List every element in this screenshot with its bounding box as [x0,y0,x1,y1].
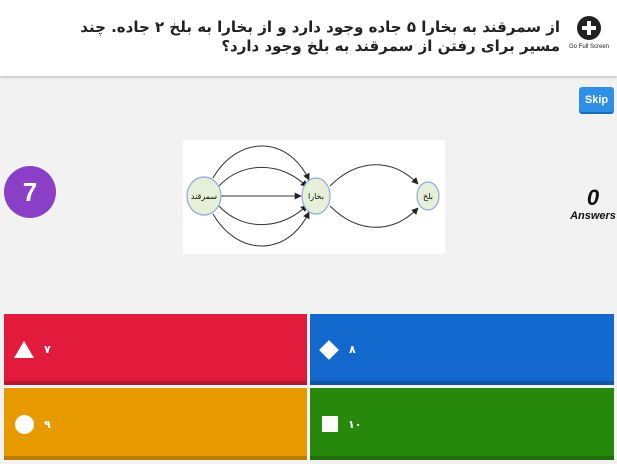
fullscreen-label: Go Full Screen [568,44,610,50]
question-image: سمرقند بخارا بلخ [183,140,445,254]
answer-option-diamond[interactable]: ۸ [310,314,614,385]
answer-text: ۹ [44,417,51,431]
fullscreen-button[interactable]: Go Full Screen [561,16,617,66]
edge-samarkand-bukhara [218,166,308,188]
node-balkh-label: بلخ [423,192,433,201]
node-bukhara-label: بخارا [308,192,324,201]
triangle-icon [14,341,34,358]
diamond-icon [319,339,339,360]
skip-button[interactable]: Skip [579,87,614,112]
answer-text: ۷ [44,343,51,356]
answer-text: ۱۰ [348,417,362,431]
question-bar: از سمرقند به بخارا ۵ جاده وجود دارد و از… [0,0,617,76]
answer-option-circle[interactable]: ۹ [4,388,307,460]
timer-badge: 7 [4,166,56,218]
edge-samarkand-bukhara [212,145,310,181]
answers-label: Answers [570,210,616,222]
edge-bukhara-balkh [329,205,419,228]
question-text: از سمرقند به بخارا ۵ جاده وجود دارد و از… [80,18,560,55]
edge-samarkand-bukhara [218,204,308,226]
circle-icon [15,414,34,434]
edge-bukhara-balkh [329,164,419,187]
square-icon [322,416,338,432]
answer-option-square[interactable]: ۱۰ [310,388,614,460]
plus-circle-icon [577,16,601,40]
answer-text: ۸ [349,343,356,356]
answers-count: 0 [586,185,600,210]
answer-option-triangle[interactable]: ۷ [4,314,307,385]
answers-counter: 0 Answers [568,185,617,223]
route-diagram: سمرقند بخارا بلخ [186,145,440,247]
edge-samarkand-bukhara [212,211,310,247]
node-samarkand-label: سمرقند [191,192,217,201]
